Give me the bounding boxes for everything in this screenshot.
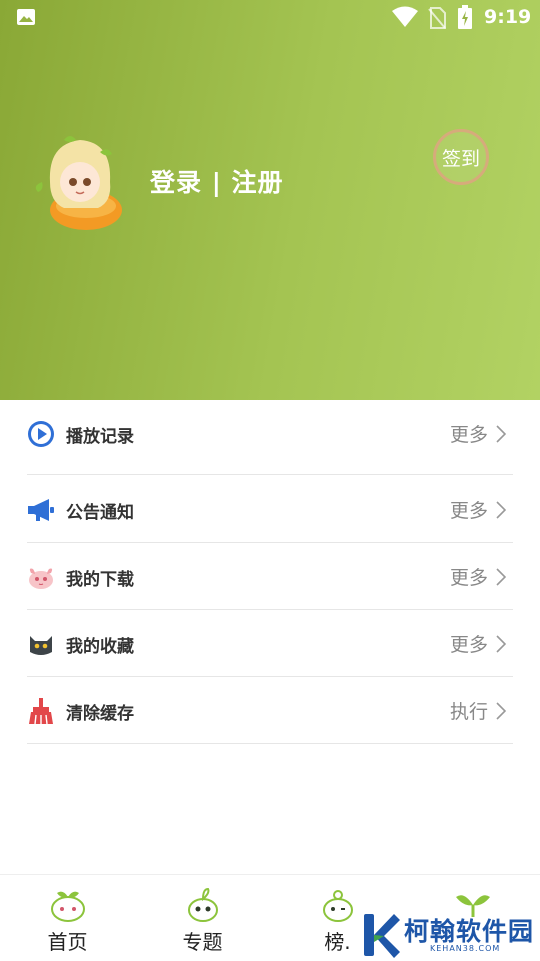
watermark-text: 柯翰软件园 bbox=[404, 917, 535, 946]
battery-icon bbox=[458, 5, 472, 29]
tab-label: 首页 bbox=[47, 930, 88, 954]
signin-button[interactable]: 签到 bbox=[433, 129, 489, 185]
menu-label: 清除缓存 bbox=[66, 704, 134, 724]
chevron-right-icon bbox=[496, 568, 506, 586]
gallery-icon bbox=[17, 9, 35, 25]
watermark-sub: KEHAN38.COM bbox=[430, 944, 501, 953]
menu-item-downloads[interactable]: 我的下载 更多 bbox=[0, 543, 540, 610]
login-register-link[interactable]: 登录 | 注册 bbox=[150, 163, 284, 199]
menu-label: 公告通知 bbox=[66, 503, 134, 523]
chevron-right-icon bbox=[496, 501, 506, 519]
menu-action[interactable]: 更多 bbox=[450, 420, 488, 447]
menu-action[interactable]: 更多 bbox=[450, 496, 488, 523]
menu-item-favorites[interactable]: 我的收藏 更多 bbox=[0, 610, 540, 677]
menu-label: 我的下载 bbox=[66, 570, 134, 590]
tab-topics[interactable]: 专题 bbox=[135, 875, 270, 961]
divider bbox=[27, 743, 513, 744]
watermark-logo-icon bbox=[364, 914, 400, 958]
megaphone-icon bbox=[28, 499, 54, 521]
divider bbox=[27, 474, 513, 475]
play-circle-icon bbox=[28, 421, 54, 447]
chevron-right-icon bbox=[496, 425, 506, 443]
menu-action[interactable]: 执行 bbox=[450, 697, 488, 724]
tab-label: 专题 bbox=[182, 930, 223, 954]
chevron-right-icon bbox=[496, 635, 506, 653]
pink-creature-icon bbox=[29, 568, 53, 589]
rank-sprout-icon bbox=[323, 890, 353, 922]
watermark: 柯翰软件园 KEHAN38.COM bbox=[360, 906, 540, 960]
menu-item-announcements[interactable]: 公告通知 更多 bbox=[0, 476, 540, 543]
menu-item-play-history[interactable]: 播放记录 更多 bbox=[0, 400, 540, 467]
tab-home[interactable]: 首页 bbox=[0, 875, 135, 961]
chevron-right-icon bbox=[496, 702, 506, 720]
status-time: 9:19 bbox=[484, 6, 532, 28]
menu-item-clear-cache[interactable]: 清除缓存 执行 bbox=[0, 677, 540, 744]
broom-icon bbox=[29, 698, 53, 725]
menu-label: 我的收藏 bbox=[66, 637, 134, 657]
menu-action[interactable]: 更多 bbox=[450, 563, 488, 590]
topic-sprout-icon bbox=[188, 887, 218, 922]
menu-action[interactable]: 更多 bbox=[450, 630, 488, 657]
status-bar: 9:19 bbox=[0, 0, 540, 36]
black-cat-icon bbox=[30, 636, 52, 655]
menu-label: 播放记录 bbox=[66, 427, 134, 447]
avatar[interactable] bbox=[28, 132, 132, 232]
home-sprout-icon bbox=[51, 891, 85, 922]
wifi-icon bbox=[392, 6, 418, 27]
no-sim-icon bbox=[428, 7, 446, 29]
profile-header: 9:19 登录 | 注册 签到 bbox=[0, 0, 540, 400]
